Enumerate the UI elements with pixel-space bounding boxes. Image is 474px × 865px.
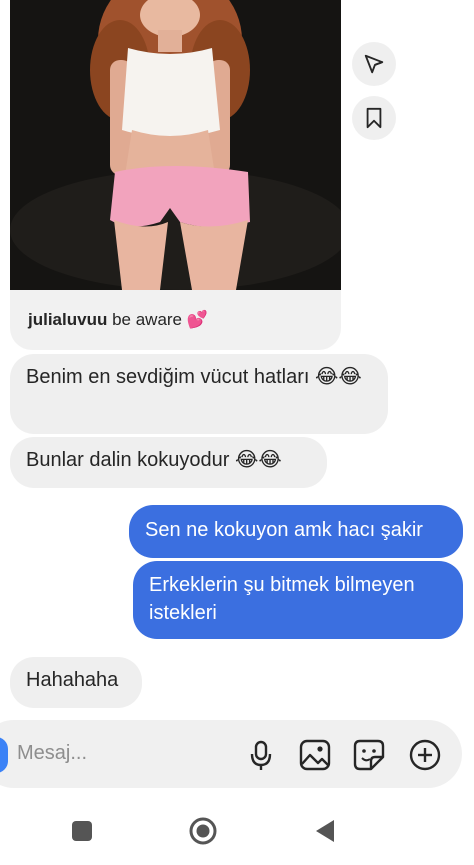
system-navigation-bar <box>0 790 474 865</box>
recents-square-icon[interactable] <box>71 820 93 842</box>
message-text: Erkeklerin şu bitmek bilmeyen istekleri <box>149 574 415 624</box>
post-caption-text: be aware 💕 <box>112 310 208 329</box>
home-circle-icon[interactable] <box>188 816 218 846</box>
share-button[interactable] <box>352 42 396 86</box>
shared-post-card[interactable]: julialuvuu be aware 💕 <box>10 0 341 350</box>
save-button[interactable] <box>352 96 396 140</box>
sticker-icon[interactable] <box>352 738 386 772</box>
message-bubble[interactable]: Sen ne kokuyon amk hacı şakir <box>129 505 463 558</box>
message-bubble[interactable]: Benim en sevdiğim vücut hatları 😂😂 <box>10 354 388 434</box>
post-image[interactable] <box>10 0 341 290</box>
bookmark-icon <box>366 107 382 129</box>
gallery-icon[interactable] <box>298 738 332 772</box>
back-triangle-icon[interactable] <box>314 818 336 844</box>
post-caption: julialuvuu be aware 💕 <box>28 310 208 330</box>
message-text: Sen ne kokuyon amk hacı şakir <box>145 519 423 541</box>
microphone-icon[interactable] <box>244 738 278 772</box>
post-photo-illustration <box>10 0 341 290</box>
message-bubble[interactable]: Erkeklerin şu bitmek bilmeyen istekleri <box>133 561 463 639</box>
message-text: Benim en sevdiğim vücut hatları 😂😂 <box>26 366 362 388</box>
message-input[interactable] <box>17 742 217 765</box>
message-bubble[interactable]: Hahahaha <box>10 657 142 708</box>
message-text: Bunlar dalin kokuyodur 😂😂 <box>26 449 282 471</box>
share-icon <box>364 54 384 74</box>
message-bubble[interactable]: Bunlar dalin kokuyodur 😂😂 <box>10 437 327 488</box>
plus-icon[interactable] <box>408 738 442 772</box>
message-text: Hahahaha <box>26 669 119 691</box>
post-username[interactable]: julialuvuu <box>28 310 107 329</box>
